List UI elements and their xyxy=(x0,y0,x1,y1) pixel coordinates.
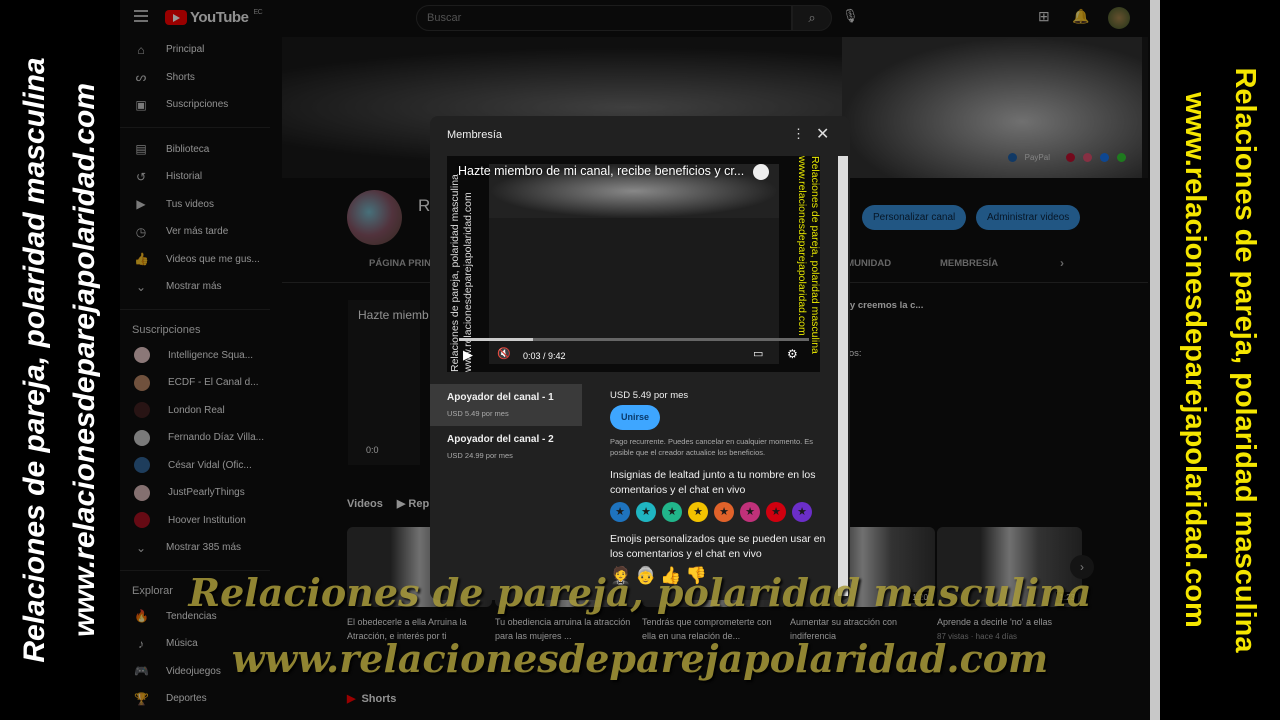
join-button[interactable]: Unirse xyxy=(610,405,660,430)
star-badge-icon: ★ xyxy=(792,502,812,522)
tier-list: Apoyador del canal - 1 USD 5.49 por mes Ap… xyxy=(430,384,582,468)
watch-later-icon[interactable] xyxy=(753,164,769,180)
emoji: 👍 xyxy=(660,566,682,585)
star-badge-icon: ★ xyxy=(636,502,656,522)
dialog-title: Membresía xyxy=(447,129,503,141)
tier-option[interactable]: Apoyador del canal - 1 USD 5.49 por mes xyxy=(430,384,582,426)
dialog-scrollbar[interactable] xyxy=(838,156,848,596)
emoji: 🤵 xyxy=(610,566,632,585)
left-watermark-strip: Relaciones de pareja, polaridad masculin… xyxy=(0,0,120,720)
watermark-line2: www.relacionesdeparejapolaridad.com xyxy=(1179,92,1211,628)
membership-dialog: Membresía ⋮ ✕ Relaciones de pareja, pola… xyxy=(430,116,850,600)
emoji: 👵 xyxy=(635,566,657,585)
right-watermark-strip: Relaciones de pareja, polaridad masculin… xyxy=(1160,0,1280,720)
star-badge-icon: ★ xyxy=(610,502,630,522)
settings-icon[interactable]: ⚙ xyxy=(787,347,798,361)
more-options-icon[interactable]: ⋮ xyxy=(792,126,805,142)
star-badge-icon: ★ xyxy=(714,502,734,522)
watermark-line2: www.relacionesdeparejapolaridad.com xyxy=(68,82,101,638)
tier-option[interactable]: Apoyador del canal - 2 USD 24.99 por mes xyxy=(430,426,582,468)
video-frame xyxy=(489,164,779,364)
custom-emojis: 🤵 👵 👍 👎 xyxy=(610,566,830,586)
watermark-line1: Relaciones de pareja, polaridad masculin… xyxy=(18,57,51,663)
star-badge-icon: ★ xyxy=(740,502,760,522)
video-title: Hazte miembro de mi canal, recibe benefi… xyxy=(458,164,745,178)
star-badge-icon: ★ xyxy=(688,502,708,522)
billing-note: Pago recurrente. Puedes cancelar en cual… xyxy=(610,437,814,457)
loyalty-badges: ★ ★ ★ ★ ★ ★ ★ ★ xyxy=(610,502,830,522)
close-icon[interactable]: ✕ xyxy=(816,124,829,144)
captions-icon[interactable]: ▭ xyxy=(753,347,763,360)
progress-bar[interactable] xyxy=(459,338,809,341)
tier-details: USD 5.49 por mes Unirse Pago recurrente.… xyxy=(610,390,830,586)
emoji: 👎 xyxy=(685,566,707,585)
mute-icon[interactable]: 🔇 xyxy=(497,347,511,360)
watermark-line1: Relaciones de pareja, polaridad masculin… xyxy=(1229,67,1261,653)
time-display: 0:03 / 9:42 xyxy=(523,351,566,361)
play-icon[interactable]: ▶ xyxy=(463,347,473,363)
page-scrollbar[interactable] xyxy=(1150,0,1160,720)
tier-price: USD 5.49 por mes xyxy=(610,390,689,401)
star-badge-icon: ★ xyxy=(766,502,786,522)
perk-badges: Insignias de lealtad junto a tu nombre e… xyxy=(610,469,816,496)
perk-emojis: Emojis personalizados que se pueden usar… xyxy=(610,533,826,560)
video-player[interactable]: Relaciones de pareja, polaridad masculin… xyxy=(447,156,820,372)
star-badge-icon: ★ xyxy=(662,502,682,522)
